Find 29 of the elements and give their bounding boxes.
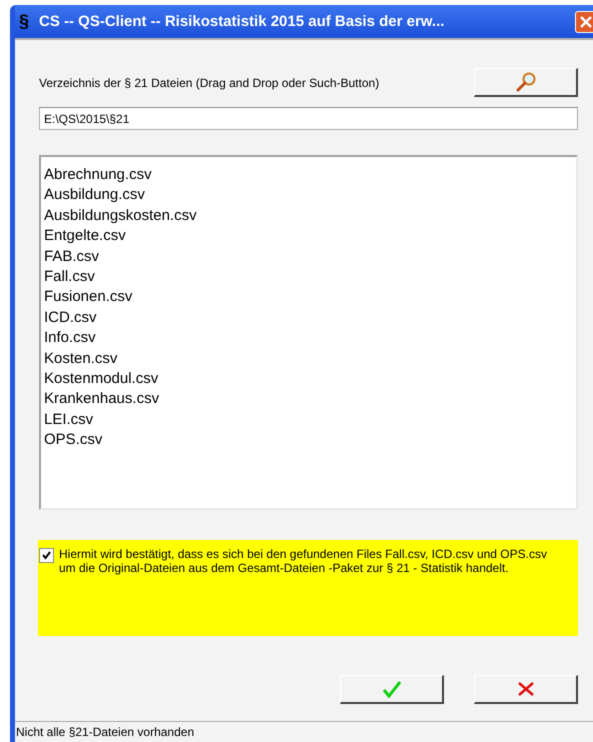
confirmation-checkbox[interactable]: [39, 548, 54, 563]
file-list-item[interactable]: Kosten.csv: [44, 348, 573, 370]
file-list-item[interactable]: Ausbildungskosten.csv: [44, 206, 573, 226]
file-list-item[interactable]: Ausbildung.csv: [44, 185, 573, 206]
status-bar-text: Nicht alle §21-Dateien vorhanden: [15, 721, 593, 742]
cancel-button[interactable]: [474, 675, 578, 704]
close-icon: [579, 14, 593, 28]
confirmation-text: Hiermit wird bestätigt, dass es sich bei den gefundenen Files Fall.csv, ICD.csv und OPS.csv um die Original-Dateien aus dem Gesamt-Dateien -Paket zur § 21 - Statistik handelt.: [59, 547, 548, 575]
file-list-item[interactable]: OPS.csv: [44, 430, 573, 451]
cross-icon: [516, 681, 534, 697]
file-list-item[interactable]: Fusionen.csv: [44, 287, 573, 308]
search-button[interactable]: [474, 68, 578, 97]
file-list-item[interactable]: LEI.csv: [44, 410, 573, 430]
file-list-item[interactable]: Entgelte.csv: [44, 226, 573, 247]
file-list-item[interactable]: ICD.csv: [44, 308, 573, 328]
directory-label: Verzeichnis der § 21 Dateien (Drag and Drop oder Such-Button): [39, 76, 380, 90]
file-list-item[interactable]: Abrechnung.csv: [44, 165, 573, 186]
file-list-item[interactable]: Kostenmodul.csv: [44, 369, 573, 390]
file-list-item[interactable]: Fall.csv: [44, 267, 573, 288]
window-icon: §: [19, 11, 30, 32]
file-list-item[interactable]: Info.csv: [44, 328, 573, 349]
file-list-item[interactable]: Krankenhaus.csv: [44, 389, 573, 410]
checkmark-icon: [382, 680, 402, 698]
window-title: CS -- QS-Client -- Risikostatistik 2015 auf Basis der erw...: [39, 13, 446, 30]
directory-path-field[interactable]: E:\QS\2015\§21: [39, 107, 578, 130]
ok-button[interactable]: [340, 675, 444, 704]
close-button[interactable]: [575, 10, 593, 32]
file-list-item[interactable]: FAB.csv: [44, 246, 573, 268]
search-icon: [514, 72, 536, 92]
